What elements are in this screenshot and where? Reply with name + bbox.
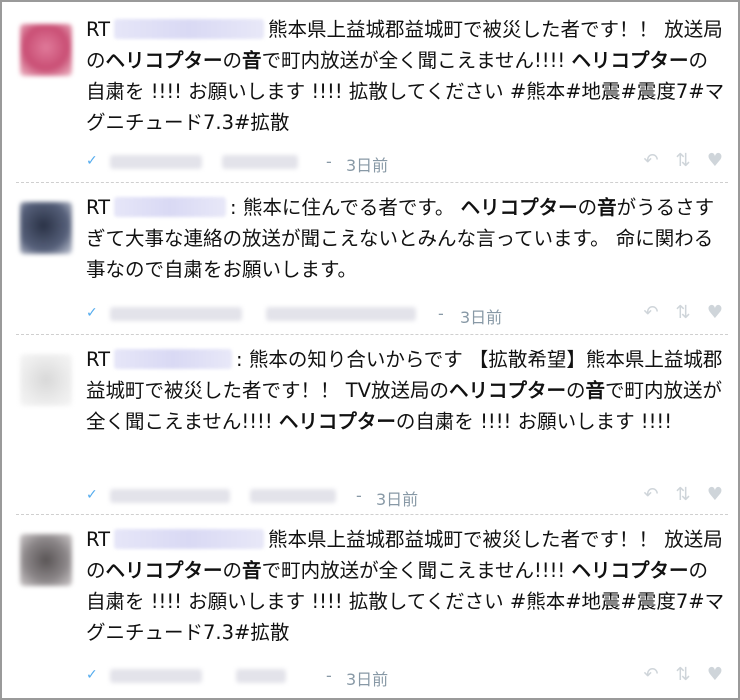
timestamp[interactable]: 3日前	[460, 304, 502, 328]
tweet-text: RT 熊本県上益城郡益城町で被災した者です！！ 放送局のヘリコプターの音で町内放送…	[86, 14, 726, 138]
retweet-prefix: RT	[86, 196, 111, 219]
heart-icon[interactable]: ♥	[706, 152, 724, 170]
retweet-prefix: RT	[86, 528, 111, 551]
meta-separator: -	[326, 666, 332, 685]
timestamp[interactable]: 3日前	[346, 666, 388, 690]
avatar[interactable]	[20, 534, 72, 586]
reply-icon[interactable]: ↶	[642, 666, 660, 684]
divider	[16, 334, 728, 335]
via-redacted	[222, 155, 298, 169]
tweet-actions: ↶ ⇅ ♥	[642, 666, 724, 684]
via-redacted	[236, 669, 286, 683]
highlighted-keyword: 音	[585, 379, 605, 402]
highlighted-keyword: ヘリコプター	[105, 49, 223, 72]
highlighted-keyword: 音	[242, 49, 262, 72]
tweet-meta: ✓ - 3日前 ↶ ⇅ ♥	[86, 486, 726, 510]
tweet-text-segment: : 熊本に住んでる者です。	[230, 196, 461, 219]
retweet-icon[interactable]: ⇅	[674, 486, 692, 504]
reply-icon[interactable]: ↶	[642, 486, 660, 504]
tweet-meta: ✓ - 3日前 ↶ ⇅ ♥	[86, 304, 726, 328]
tweet-item: RT: 熊本の知り合いからです 【拡散希望】熊本県上益城郡益城町で被災した者です…	[16, 340, 728, 510]
tweet-text-segment: の自粛を !!!! お願いします !!!!	[395, 410, 673, 433]
twitter-bird-icon: ✓	[86, 305, 98, 321]
tweet-actions: ↶ ⇅ ♥	[642, 304, 724, 322]
tweet-item: RT: 熊本に住んでる者です。 ヘリコプターの音がうるさすぎて大事な連絡の放送が…	[16, 188, 728, 332]
heart-icon[interactable]: ♥	[706, 666, 724, 684]
reply-icon[interactable]: ↶	[642, 152, 660, 170]
tweet-actions: ↶ ⇅ ♥	[642, 486, 724, 504]
reply-icon[interactable]: ↶	[642, 304, 660, 322]
avatar[interactable]	[20, 202, 72, 254]
retweet-icon[interactable]: ⇅	[674, 304, 692, 322]
highlighted-keyword: ヘリコプター	[571, 559, 689, 582]
username-redacted[interactable]	[114, 197, 227, 217]
tweet-text: RT: 熊本の知り合いからです 【拡散希望】熊本県上益城郡益城町で被災した者です…	[86, 344, 726, 437]
highlighted-keyword: 音	[597, 196, 617, 219]
divider	[16, 182, 728, 183]
via-redacted	[250, 489, 336, 503]
tweet-text-segment: で町内放送が全く聞こえません!!!!	[261, 559, 572, 582]
username-redacted[interactable]	[114, 529, 265, 549]
retweet-prefix: RT	[86, 348, 111, 371]
highlighted-keyword: ヘリコプター	[460, 196, 578, 219]
tweet-text: RT 熊本県上益城郡益城町で被災した者です！！ 放送局のヘリコプターの音で町内放送…	[86, 524, 726, 648]
meta-separator: -	[356, 486, 362, 505]
highlighted-keyword: ヘリコプター	[278, 410, 396, 433]
retweet-icon[interactable]: ⇅	[674, 152, 692, 170]
username-redacted[interactable]	[114, 349, 233, 369]
retweet-prefix: RT	[86, 18, 111, 41]
tweet-text-segment: の	[577, 196, 598, 219]
timestamp[interactable]: 3日前	[376, 486, 418, 510]
tweet-actions: ↶ ⇅ ♥	[642, 152, 724, 170]
screen-name-redacted[interactable]	[110, 307, 242, 321]
heart-icon[interactable]: ♥	[706, 304, 724, 322]
tweet-meta: ✓ - 3日前 ↶ ⇅ ♥	[86, 666, 726, 690]
tweet-meta: ✓ - 3日前 ↶ ⇅ ♥	[86, 152, 726, 176]
divider	[16, 514, 728, 515]
username-redacted[interactable]	[114, 19, 265, 39]
screen-name-redacted[interactable]	[110, 489, 230, 503]
tweet-text-segment: で町内放送が全く聞こえません!!!!	[261, 49, 572, 72]
meta-separator: -	[438, 304, 444, 323]
tweet-list: RT 熊本県上益城郡益城町で被災した者です！！ 放送局のヘリコプターの音で町内放送…	[0, 0, 740, 700]
avatar[interactable]	[20, 24, 72, 76]
meta-separator: -	[326, 152, 332, 171]
retweet-icon[interactable]: ⇅	[674, 666, 692, 684]
tweet-item: RT 熊本県上益城郡益城町で被災した者です！！ 放送局のヘリコプターの音で町内放送…	[16, 520, 728, 692]
timestamp[interactable]: 3日前	[346, 152, 388, 176]
highlighted-keyword: ヘリコプター	[448, 379, 566, 402]
twitter-bird-icon: ✓	[86, 487, 98, 503]
twitter-bird-icon: ✓	[86, 667, 98, 683]
highlighted-keyword: ヘリコプター	[105, 559, 223, 582]
tweet-text-segment: の	[565, 379, 586, 402]
screen-name-redacted[interactable]	[110, 155, 202, 169]
avatar[interactable]	[20, 354, 72, 406]
screen-name-redacted[interactable]	[110, 669, 202, 683]
tweet-text-segment: の	[222, 559, 243, 582]
highlighted-keyword: ヘリコプター	[571, 49, 689, 72]
via-redacted	[266, 307, 416, 321]
heart-icon[interactable]: ♥	[706, 486, 724, 504]
tweet-text: RT: 熊本に住んでる者です。 ヘリコプターの音がうるさすぎて大事な連絡の放送が…	[86, 192, 726, 285]
twitter-bird-icon: ✓	[86, 153, 98, 169]
tweet-text-segment: の	[222, 49, 243, 72]
highlighted-keyword: 音	[242, 559, 262, 582]
tweet-item: RT 熊本県上益城郡益城町で被災した者です！！ 放送局のヘリコプターの音で町内放送…	[16, 10, 728, 178]
